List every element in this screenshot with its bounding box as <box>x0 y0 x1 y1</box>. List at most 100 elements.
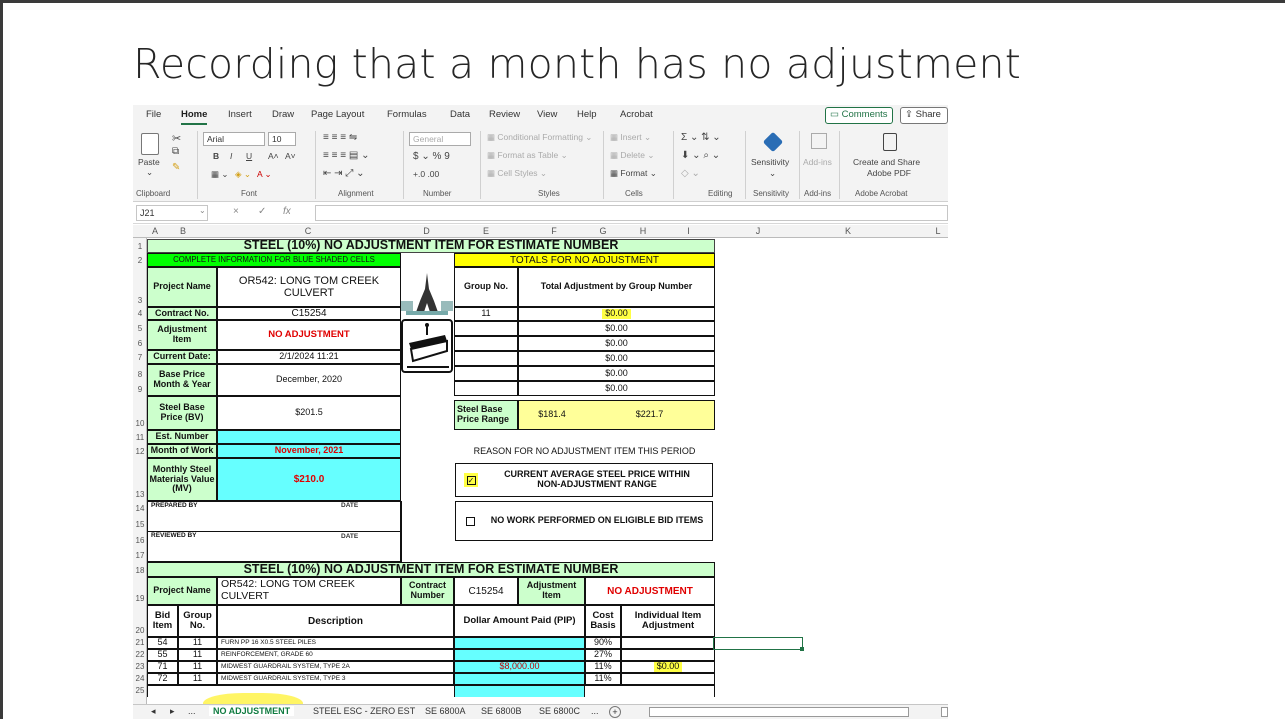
borders-icon[interactable]: ▦ ⌄ <box>211 169 229 180</box>
group-cell[interactable]: 11 <box>178 673 217 685</box>
bid-cell[interactable]: 71 <box>147 661 178 673</box>
row-header[interactable]: 23 <box>133 662 147 671</box>
month-of-work-value[interactable]: November, 2021 <box>217 444 401 458</box>
bid-cell[interactable]: 55 <box>147 649 178 661</box>
name-box[interactable]: J21 <box>136 205 208 221</box>
align-top-icon[interactable]: ≡ ≡ ≡ ⇋ <box>323 132 357 143</box>
row-header[interactable]: 2 <box>133 256 147 265</box>
column-header-f[interactable]: F <box>519 226 589 236</box>
description-cell[interactable]: FURN PP 16 X0.5 STEEL PILES <box>217 637 454 649</box>
tabs-more-right[interactable]: ... <box>591 706 599 716</box>
selected-cell[interactable] <box>713 637 803 650</box>
row-header[interactable]: 16 <box>133 536 147 545</box>
tab-steel-esc-zero-est[interactable]: STEEL ESC - ZERO EST <box>313 706 415 716</box>
row-header[interactable]: 3 <box>133 296 147 305</box>
autosum-icon[interactable]: Σ ⌄ ⇅ ⌄ <box>681 132 721 143</box>
column-header-j[interactable]: J <box>713 226 803 236</box>
bid-cell[interactable]: 54 <box>147 637 178 649</box>
cancel-icon[interactable]: × <box>233 206 239 217</box>
column-header-b[interactable]: B <box>163 226 203 236</box>
row-header[interactable]: 25 <box>133 686 147 695</box>
row-header[interactable]: 14 <box>133 504 147 513</box>
basis-cell[interactable]: 27% <box>585 649 621 661</box>
align-left-icon[interactable]: ≡ ≡ ≡ ▤ ⌄ <box>323 150 369 161</box>
grow-font-button[interactable]: A˄ <box>268 151 279 161</box>
row-header[interactable]: 6 <box>133 339 147 348</box>
menu-formulas[interactable]: Formulas <box>387 109 427 120</box>
cell-styles-button[interactable]: ▦ Cell Styles ⌄ <box>487 168 547 179</box>
column-header-a[interactable]: A <box>147 226 163 236</box>
project-name-value[interactable]: OR542: LONG TOM CREEK CULVERT <box>217 267 401 307</box>
paid-cell[interactable] <box>454 673 585 685</box>
menu-review[interactable]: Review <box>489 109 520 120</box>
menu-home[interactable]: Home <box>181 109 207 120</box>
basis-cell[interactable]: 11% <box>585 661 621 673</box>
underline-button[interactable]: U <box>246 151 252 161</box>
shrink-font-button[interactable]: A˅ <box>285 151 296 161</box>
adjustment-cell[interactable]: $0.00 <box>621 661 715 673</box>
tab-se-6800b[interactable]: SE 6800B <box>481 706 522 716</box>
mv-value[interactable]: $210.0 <box>217 458 401 501</box>
description-cell[interactable]: MIDWEST GUARDRAIL SYSTEM, TYPE 3 <box>217 673 454 685</box>
row-header[interactable]: 24 <box>133 674 147 683</box>
menu-help[interactable]: Help <box>577 109 597 120</box>
adjustment-cell[interactable] <box>621 637 715 649</box>
row-header[interactable]: 18 <box>133 566 147 575</box>
tab-no-adjustment[interactable]: NO ADJUSTMENT <box>209 706 295 716</box>
row-header[interactable]: 8 <box>133 370 147 379</box>
create-share-pdf-button[interactable]: Create and Share Adobe PDF <box>845 131 935 185</box>
italic-button[interactable]: I <box>230 151 232 161</box>
row-header[interactable]: 9 <box>133 385 147 394</box>
conditional-formatting-button[interactable]: ▦ Conditional Formatting ⌄ <box>487 132 592 143</box>
cut-icon[interactable]: ✂ <box>172 132 181 145</box>
formula-input[interactable] <box>315 205 948 221</box>
menu-draw[interactable]: Draw <box>272 109 294 120</box>
tabs-more-left[interactable]: ... <box>188 706 196 716</box>
row-header[interactable]: 13 <box>133 490 147 499</box>
comments-button[interactable]: ▭ Comments <box>825 107 893 124</box>
group-cell[interactable]: 11 <box>178 649 217 661</box>
row-header[interactable]: 12 <box>133 447 147 456</box>
row-header[interactable]: 17 <box>133 551 147 560</box>
delete-cells-button[interactable]: ▦ Delete ⌄ <box>610 150 654 161</box>
format-painter-icon[interactable]: ✎ <box>172 162 180 173</box>
fill-handle[interactable] <box>800 647 804 651</box>
menu-view[interactable]: View <box>537 109 557 120</box>
currency-button[interactable]: $ ⌄ % 9 <box>413 151 450 162</box>
scroll-left-icon[interactable]: ◂ <box>151 706 156 717</box>
fill-icon[interactable]: ⬇ ⌄ ⌕ ⌄ <box>681 150 720 161</box>
basis-cell[interactable]: 11% <box>585 673 621 685</box>
bold-button[interactable]: B <box>213 151 219 161</box>
sensitivity-button[interactable]: Sensitivity ⌄ <box>751 131 795 185</box>
menu-data[interactable]: Data <box>450 109 470 120</box>
font-name-select[interactable]: Arial <box>203 132 265 146</box>
clear-icon[interactable]: ◇ ⌄ <box>681 168 700 179</box>
row-header[interactable]: 22 <box>133 650 147 659</box>
est-number-value[interactable] <box>217 430 401 444</box>
description-cell[interactable]: MIDWEST GUARDRAIL SYSTEM, TYPE 2A <box>217 661 454 673</box>
column-header-c[interactable]: C <box>218 226 398 236</box>
group-cell[interactable]: 11 <box>178 637 217 649</box>
basis-cell[interactable]: 90% <box>585 637 621 649</box>
paid-cell[interactable] <box>454 637 585 649</box>
tab-se-6800a[interactable]: SE 6800A <box>425 706 466 716</box>
row-header[interactable]: 10 <box>133 419 147 428</box>
contract-value[interactable]: C15254 <box>217 307 401 320</box>
adjustment-cell[interactable] <box>621 673 715 685</box>
font-size-select[interactable]: 10 <box>268 132 296 146</box>
group-cell[interactable]: 11 <box>178 661 217 673</box>
addins-button[interactable]: Add-ins <box>803 131 835 185</box>
scroll-right-icon[interactable]: ▸ <box>170 706 175 717</box>
enter-icon[interactable]: ✓ <box>258 206 266 217</box>
bid-cell[interactable]: 72 <box>147 673 178 685</box>
format-cells-button[interactable]: ▦ Format ⌄ <box>610 168 657 179</box>
add-sheet-button[interactable]: + <box>609 706 621 718</box>
column-header-l[interactable]: L <box>893 226 948 236</box>
description-cell[interactable]: REINFORCEMENT, GRADE 60 <box>217 649 454 661</box>
number-format-select[interactable]: General <box>409 132 471 146</box>
adjustment-cell[interactable] <box>621 649 715 661</box>
decimal-buttons[interactable]: +.0 .00 <box>413 169 439 179</box>
row-header[interactable]: 4 <box>133 309 147 318</box>
share-button[interactable]: ⇪ Share <box>900 107 948 124</box>
tab-se-6800c[interactable]: SE 6800C <box>539 706 580 716</box>
